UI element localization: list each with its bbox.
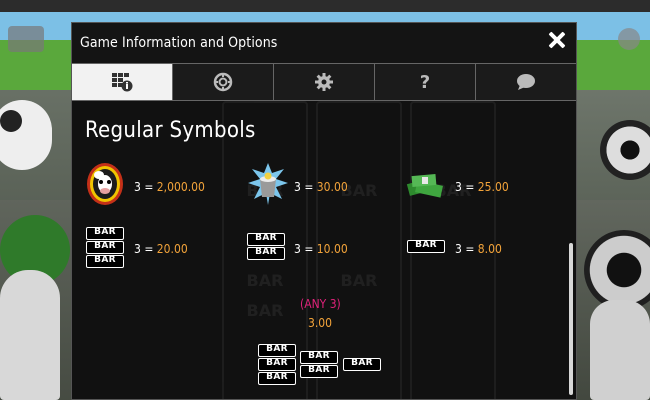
section-title: Regular Symbols	[85, 118, 256, 143]
paytable-info-icon	[112, 73, 133, 92]
payout-row-cash: 3 = 25.00	[455, 180, 509, 194]
payout-row-single-bar: 3 = 8.00	[455, 242, 502, 256]
scrollbar-thumb[interactable]	[569, 243, 573, 395]
tab-help[interactable]: ?	[375, 64, 476, 100]
any-bar-triple-icon: BAR BAR BAR	[258, 344, 296, 386]
triple-bar-icon: BAR BAR BAR	[86, 227, 124, 269]
payout-row-bucket: 3 = 30.00	[294, 180, 348, 194]
scrollbar[interactable]	[566, 101, 576, 399]
tab-settings[interactable]	[274, 64, 375, 100]
cow-icon	[0, 100, 52, 170]
casino-chip-icon	[213, 72, 233, 92]
payout-row-triple-bar: 3 = 20.00	[134, 242, 188, 256]
milk-bucket-icon	[248, 163, 288, 209]
game-info-dialog: Game Information and Options ? BAR BAR B…	[71, 22, 577, 400]
any-bar-double-icon: BAR BAR	[300, 351, 338, 379]
dialog-title: Game Information and Options	[80, 35, 278, 51]
paytable-content[interactable]: BAR BAR BAR BAR BAR BAR Regular Symbols …	[72, 101, 566, 399]
cash-stack-icon	[406, 171, 446, 203]
sound-button[interactable]	[618, 28, 640, 50]
any-bar-single-icon: BAR	[343, 358, 381, 372]
tab-chat[interactable]	[476, 64, 576, 100]
tab-chip[interactable]	[173, 64, 274, 100]
gear-icon	[315, 73, 333, 91]
menu-button[interactable]	[8, 26, 44, 52]
milk-can-icon	[0, 270, 60, 400]
dialog-titlebar: Game Information and Options	[72, 23, 576, 63]
milk-can-icon	[590, 300, 650, 400]
close-icon[interactable]	[546, 29, 568, 51]
payout-row-cow: 3 = 2,000.00	[134, 180, 205, 194]
tab-paytable[interactable]	[72, 64, 173, 100]
question-mark-icon: ?	[419, 71, 431, 93]
any-bar-label: (ANY 3)	[300, 297, 341, 311]
double-bar-icon: BAR BAR	[247, 233, 285, 261]
cow-wild-icon	[85, 162, 125, 210]
tab-bar: ?	[72, 63, 576, 101]
payout-row-double-bar: 3 = 10.00	[294, 242, 348, 256]
any-bar-payout: 3.00	[308, 316, 333, 330]
single-bar-icon: BAR	[407, 240, 445, 254]
speech-bubble-icon	[517, 74, 535, 90]
